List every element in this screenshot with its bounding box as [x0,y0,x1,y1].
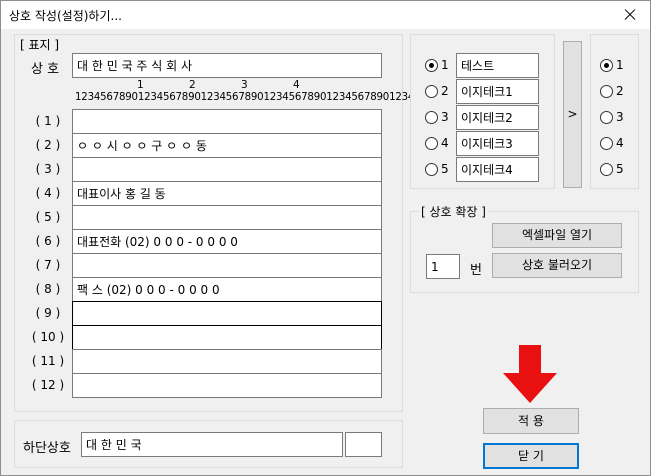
right-radio-number: 3 [616,110,624,124]
left-radio-input[interactable]: 테스트 [456,53,539,78]
sangho-label: 상 호 [31,62,60,77]
title-bar: 상호 작성(설정)하기... [1,1,650,29]
left-radio-input[interactable]: 이지테크2 [456,105,539,130]
ruler-tens-4: 4 [293,79,300,91]
close-button[interactable]: 닫 기 [483,443,579,469]
right-radio-2[interactable] [600,85,613,98]
left-radio-number: 4 [441,136,449,150]
right-radio-5[interactable] [600,163,613,176]
row-label: ( 4 ) [35,186,61,200]
row-input[interactable] [72,349,382,374]
bottom-extra-input[interactable] [345,432,382,457]
left-radio-3[interactable] [425,111,438,124]
apply-button[interactable]: 적 용 [483,408,579,434]
row-input[interactable]: 대표이사 홍 길 동 [72,181,382,206]
row-input[interactable]: ㅇ ㅇ 시 ㅇ ㅇ 구 ㅇ ㅇ 동 [72,133,382,158]
row-label: ( 2 ) [35,138,61,152]
row-label: ( 6 ) [35,234,61,248]
row-label: ( 9 ) [35,306,61,320]
right-radio-3[interactable] [600,111,613,124]
row-input[interactable] [72,301,382,326]
left-radio-input[interactable]: 이지테크1 [456,79,539,104]
row-label: ( 8 ) [35,282,61,296]
ruler-tens-2: 2 [189,79,196,91]
row-label: ( 12 ) [31,378,65,392]
left-radio-5[interactable] [425,163,438,176]
right-radio-number: 1 [616,58,624,72]
sangho-input[interactable]: 대 한 민 국 주 식 회 사 [72,53,382,78]
dialog-window: 상호 작성(설정)하기... [ 표지 ] 상 호 대 한 민 국 주 식 회 … [0,0,651,476]
left-radio-input[interactable]: 이지테크4 [456,157,539,182]
row-input[interactable] [72,109,382,134]
right-radio-panel [590,34,639,189]
excel-open-button[interactable]: 엑셀파일 열기 [492,223,622,248]
row-label: ( 7 ) [35,258,61,272]
left-radio-number: 1 [441,58,449,72]
red-arrow-down-icon [503,345,557,403]
right-radio-number: 5 [616,162,624,176]
left-radio-number: 2 [441,84,449,98]
arrow-right-button[interactable]: > [563,41,582,188]
row-label: ( 11 ) [31,354,65,368]
right-radio-1[interactable] [600,59,613,72]
left-radio-input[interactable]: 이지테크3 [456,131,539,156]
row-input[interactable]: 팩 스 (02) 0 0 0 - 0 0 0 0 [72,277,382,302]
left-radio-1[interactable] [425,59,438,72]
ruler-tens-3: 3 [241,79,248,91]
row-label: ( 1 ) [35,114,61,128]
right-radio-number: 2 [616,84,624,98]
number-input[interactable]: 1 [426,254,460,279]
expand-group-label: [ 상호 확장 ] [419,203,488,220]
window-title: 상호 작성(설정)하기... [9,9,122,23]
close-icon[interactable] [610,1,650,29]
load-sangho-button[interactable]: 상호 불러오기 [492,253,622,278]
number-unit-label: 번 [470,263,482,278]
row-input[interactable] [72,253,382,278]
row-label: ( 3 ) [35,162,61,176]
row-input[interactable] [72,373,382,398]
left-radio-number: 5 [441,162,449,176]
right-radio-4[interactable] [600,137,613,150]
pyoji-group-label: [ 표지 ] [18,36,62,53]
bottom-label: 하단상호 [23,441,71,456]
right-radio-number: 4 [616,136,624,150]
chevron-right-icon: > [567,107,578,121]
row-input[interactable] [72,205,382,230]
row-label: ( 10 ) [31,330,65,344]
row-label: ( 5 ) [35,210,61,224]
row-input[interactable]: 대표전화 (02) 0 0 0 - 0 0 0 0 [72,229,382,254]
bottom-sangho-input[interactable]: 대 한 민 국 [81,432,343,457]
row-input[interactable] [72,325,382,350]
row-input[interactable] [72,157,382,182]
left-radio-4[interactable] [425,137,438,150]
left-radio-number: 3 [441,110,449,124]
ruler-tens-1: 1 [137,79,144,91]
left-radio-2[interactable] [425,85,438,98]
